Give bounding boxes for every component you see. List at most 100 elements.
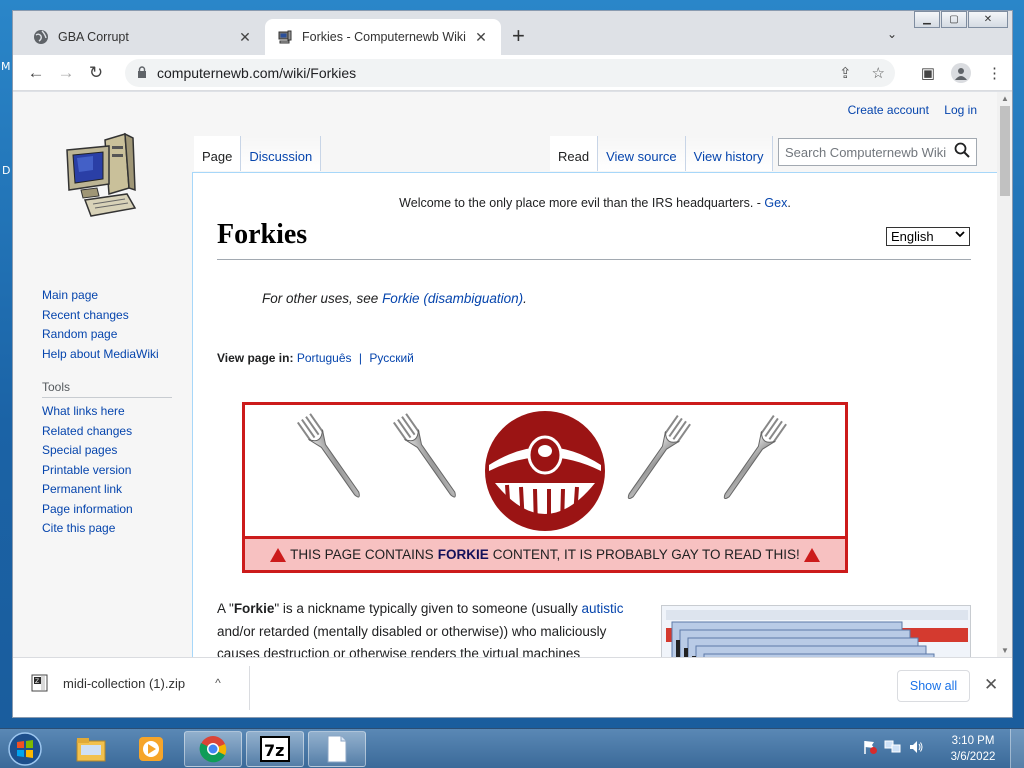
hatnote: For other uses, see Forkie (disambiguati…	[262, 291, 527, 306]
taskbar-document-icon[interactable]	[308, 731, 366, 767]
clock-date: 3/6/2022	[950, 751, 996, 763]
sidebar-item-permanent-link[interactable]: Permanent link	[42, 480, 172, 500]
grinning-face-icon	[485, 411, 605, 531]
forkie-banner-image	[297, 411, 787, 531]
chevron-up-icon[interactable]: ^	[215, 676, 221, 690]
forward-button[interactable]: →	[51, 63, 81, 83]
back-button[interactable]: ←	[21, 63, 51, 83]
hatnote-prefix: For other uses, see	[262, 291, 383, 306]
browser-window: GBA Corrupt ✕ Forkies - Computernewb Wik…	[12, 10, 1013, 718]
tab-title: GBA Corrupt	[58, 30, 129, 44]
title-divider	[217, 259, 971, 260]
close-downloads-icon[interactable]: ✕	[984, 675, 998, 695]
article-paragraph: A "Forkie" is a nickname typically given…	[217, 598, 647, 657]
tab-view-source[interactable]: View source	[598, 136, 686, 171]
taskbar-clock[interactable]: 3:10 PM 3/6/2022	[948, 733, 998, 765]
sidebar-item-what-links-here[interactable]: What links here	[42, 402, 172, 422]
hatnote-link[interactable]: Forkie (disambiguation)	[382, 291, 523, 306]
tab-view-history[interactable]: View history	[685, 136, 773, 171]
close-window-button[interactable]: ✕	[968, 11, 1008, 28]
profile-avatar-icon[interactable]	[951, 63, 971, 83]
taskbar-7zip-icon[interactable]: 7z	[246, 731, 304, 767]
language-select-value: English	[891, 229, 934, 244]
tab-search-chevron-icon[interactable]: ⌄	[887, 27, 897, 41]
show-all-button[interactable]: Show all	[897, 670, 970, 702]
scroll-up-arrow-icon[interactable]: ▲	[1001, 94, 1009, 103]
wiki-search-input[interactable]: Search Computernewb Wiki	[778, 138, 977, 166]
sidebar-item-cite-this-page[interactable]: Cite this page	[42, 519, 172, 539]
volume-icon[interactable]	[908, 739, 924, 758]
warning-text-pre: THIS PAGE CONTAINS	[290, 547, 434, 562]
taskbar-explorer-icon[interactable]	[62, 731, 120, 767]
network-icon[interactable]	[884, 739, 902, 758]
lock-icon	[137, 65, 147, 81]
window-controls: ▁ ▢ ✕	[913, 11, 1008, 28]
sidebar-item-help[interactable]: Help about MediaWiki	[42, 345, 172, 365]
address-bar[interactable]: computernewb.com/wiki/Forkies ⇪ ☆	[125, 59, 895, 87]
page-title: Forkies	[217, 219, 308, 250]
tab-forkies[interactable]: Forkies - Computernewb Wiki ✕	[265, 19, 501, 55]
maximize-button[interactable]: ▢	[941, 11, 967, 28]
minimize-button[interactable]: ▁	[914, 11, 940, 28]
scroll-down-arrow-icon[interactable]: ▼	[1001, 646, 1009, 655]
svg-text:Z: Z	[35, 678, 39, 685]
sidebar-item-related-changes[interactable]: Related changes	[42, 422, 172, 442]
show-desktop-button[interactable]	[1010, 729, 1024, 768]
tab-title: Forkies - Computernewb Wiki	[302, 30, 466, 44]
tab-discussion[interactable]: Discussion	[241, 136, 322, 171]
view-page-in: View page in: Português | Русский	[217, 351, 414, 365]
chevron-down-icon	[955, 229, 965, 242]
url-text: computernewb.com/wiki/Forkies	[157, 65, 357, 81]
create-account-link[interactable]: Create account	[848, 103, 929, 117]
taskbar: 7z 3:10 PM 3/6/2022	[0, 728, 1024, 768]
download-filename: midi-collection (1).zip	[63, 675, 186, 691]
new-tab-button[interactable]: +	[512, 25, 525, 47]
tab-page[interactable]: Page	[194, 136, 242, 171]
kebab-menu-icon[interactable]: ⋮	[987, 64, 1002, 82]
sidebar-item-main-page[interactable]: Main page	[42, 286, 172, 306]
article-thumbnail-image[interactable]	[661, 605, 971, 657]
svg-text:7z: 7z	[264, 741, 284, 760]
fork-icon	[297, 413, 360, 498]
taskbar-media-player-icon[interactable]	[122, 731, 180, 767]
tab-gba-corrupt[interactable]: GBA Corrupt ✕	[21, 19, 265, 55]
side-panel-icon[interactable]: ▣	[921, 64, 935, 82]
globe-icon	[33, 29, 49, 45]
zip-file-icon: Z	[31, 674, 49, 692]
download-item[interactable]: Z midi-collection (1).zip ^	[31, 674, 221, 692]
reload-button[interactable]: ↻	[81, 63, 111, 83]
search-icon[interactable]	[954, 142, 970, 162]
log-in-link[interactable]: Log in	[944, 103, 977, 117]
lang-link-russian[interactable]: Русский	[369, 351, 414, 365]
sidebar-item-random-page[interactable]: Random page	[42, 325, 172, 345]
tab-close-icon[interactable]: ✕	[473, 29, 489, 46]
system-tray	[862, 739, 924, 758]
clock-time: 3:10 PM	[951, 735, 995, 747]
site-logo[interactable]	[63, 132, 143, 222]
download-shelf: Z midi-collection (1).zip ^ Show all ✕	[13, 657, 1012, 717]
search-placeholder: Search Computernewb Wiki	[785, 144, 947, 160]
fork-icon	[723, 415, 787, 500]
namespace-tabs: Page Discussion	[194, 136, 322, 171]
scrollbar-thumb[interactable]	[1000, 106, 1010, 196]
tab-read[interactable]: Read	[550, 136, 599, 171]
lang-link-portugues[interactable]: Português	[297, 351, 352, 365]
page-scrollbar[interactable]: ▲ ▼	[997, 92, 1012, 657]
action-center-flag-icon[interactable]	[862, 739, 878, 758]
taskbar-chrome-icon[interactable]	[184, 731, 242, 767]
sidebar-item-printable-version[interactable]: Printable version	[42, 461, 172, 481]
bookmark-star-icon[interactable]: ☆	[872, 64, 885, 82]
lang-separator: |	[358, 351, 362, 365]
personal-tools: Create account Log in	[836, 103, 977, 117]
start-button[interactable]	[6, 730, 46, 768]
share-icon[interactable]: ⇪	[839, 64, 852, 82]
warning-text-bold: FORKIE	[437, 547, 489, 562]
language-select[interactable]: English	[886, 227, 970, 246]
sidebar-item-recent-changes[interactable]: Recent changes	[42, 306, 172, 326]
tab-close-icon[interactable]: ✕	[237, 29, 253, 46]
sidebar-item-special-pages[interactable]: Special pages	[42, 441, 172, 461]
page-viewport: Create account Log in Main page Recent c…	[13, 92, 997, 657]
autistic-link[interactable]: autistic	[582, 601, 624, 616]
sidebar-item-page-information[interactable]: Page information	[42, 500, 172, 520]
site-notice-link[interactable]: Gex	[764, 196, 787, 210]
